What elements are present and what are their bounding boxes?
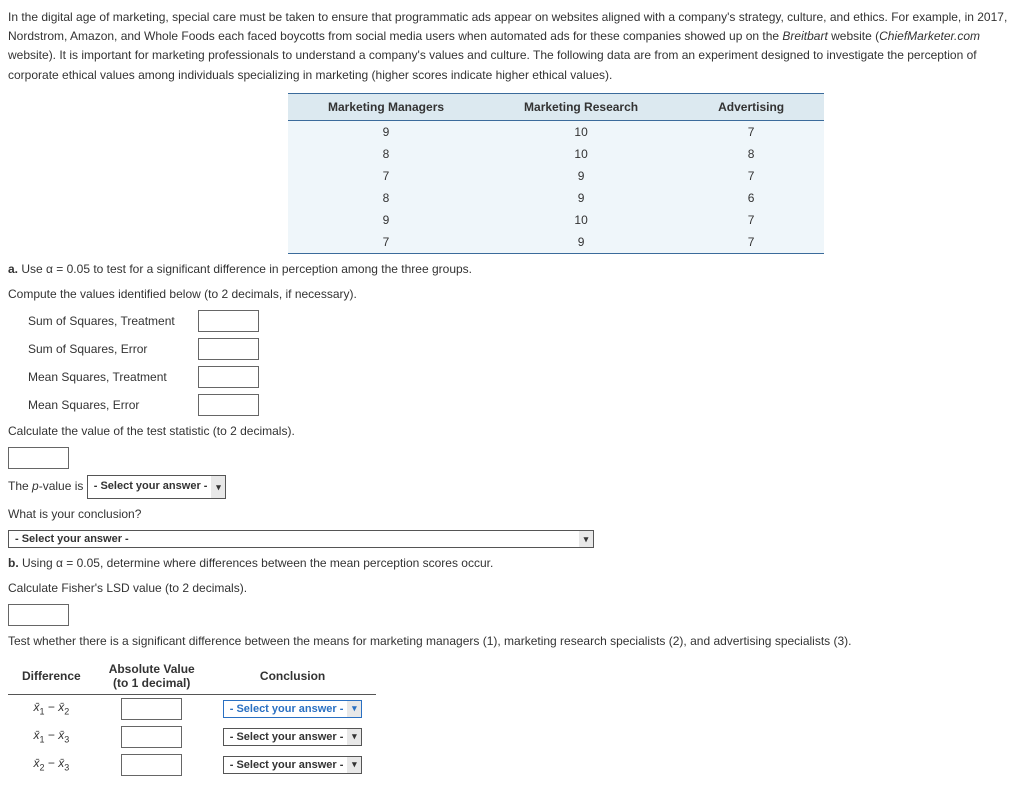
- concl-cell: - Select your answer -▾: [209, 723, 377, 751]
- table-row: 8108: [288, 143, 824, 165]
- col-header: Marketing Managers: [288, 93, 484, 120]
- chevron-down-icon: ▾: [211, 476, 225, 498]
- diff-label: x̄1 − x̄3: [8, 723, 95, 751]
- abs-header: Absolute Value(to 1 decimal): [95, 658, 209, 695]
- part-b-text: Using α = 0.05, determine where differen…: [22, 556, 493, 570]
- abs-cell: [95, 751, 209, 779]
- part-a-text: Use α = 0.05 to test for a significant d…: [21, 262, 472, 276]
- table-cell: 8: [288, 187, 484, 209]
- pvalue-select[interactable]: - Select your answer - ▾: [87, 475, 227, 499]
- col-header: Marketing Research: [484, 93, 678, 120]
- table-row: 9107: [288, 209, 824, 231]
- abs-cell: [95, 723, 209, 751]
- abs-input[interactable]: [121, 754, 182, 776]
- table-row: 797: [288, 165, 824, 187]
- table-cell: 9: [484, 165, 678, 187]
- diff-label: x̄1 − x̄2: [8, 694, 95, 723]
- table-row: 9107: [288, 120, 824, 143]
- pvalue-line: The p-value is - Select your answer - ▾: [8, 475, 1016, 499]
- pval-text: The: [8, 479, 32, 493]
- diff-conclusion-select[interactable]: - Select your answer -▾: [223, 700, 363, 718]
- lsd-input[interactable]: [8, 604, 69, 626]
- mse-input[interactable]: [198, 394, 259, 416]
- mst-input[interactable]: [198, 366, 259, 388]
- table-cell: 7: [678, 231, 824, 254]
- table-cell: 7: [288, 231, 484, 254]
- table-cell: 9: [484, 187, 678, 209]
- table-row: x̄2 − x̄3 - Select your answer -▾: [8, 751, 376, 779]
- table-cell: 10: [484, 120, 678, 143]
- diff-conclusion-select[interactable]: - Select your answer -▾: [223, 728, 363, 746]
- fisher-lsd-instruction: Calculate Fisher's LSD value (to 2 decim…: [8, 579, 1016, 598]
- chevron-down-icon: ▾: [347, 701, 361, 717]
- select-placeholder: - Select your answer -: [15, 533, 129, 545]
- concl-header: Conclusion: [209, 658, 377, 695]
- table-cell: 7: [678, 120, 824, 143]
- chevron-down-icon: ▾: [579, 531, 593, 547]
- table-cell: 6: [678, 187, 824, 209]
- mst-label: Mean Squares, Treatment: [28, 370, 198, 384]
- table-row: x̄1 − x̄3 - Select your answer -▾: [8, 723, 376, 751]
- table-cell: 8: [288, 143, 484, 165]
- chevron-down-icon: ▾: [347, 757, 361, 773]
- breitbart-italic: Breitbart: [782, 29, 827, 43]
- col-header: Advertising: [678, 93, 824, 120]
- abs-input[interactable]: [121, 698, 182, 720]
- compute-instruction: Compute the values identified below (to …: [8, 285, 1016, 304]
- concl-cell: - Select your answer -▾: [209, 694, 377, 723]
- mse-label: Mean Squares, Error: [28, 398, 198, 412]
- intro-text: website (: [828, 29, 879, 43]
- table-cell: 9: [288, 209, 484, 231]
- table-cell: 8: [678, 143, 824, 165]
- table-row: x̄1 − x̄2 - Select your answer -▾: [8, 694, 376, 723]
- conclusion-label: What is your conclusion?: [8, 505, 1016, 524]
- sse-label: Sum of Squares, Error: [28, 342, 198, 356]
- source-italic: ChiefMarketer.com: [879, 29, 980, 43]
- intro-paragraph: In the digital age of marketing, special…: [8, 8, 1016, 85]
- difference-table: Difference Absolute Value(to 1 decimal) …: [8, 658, 376, 779]
- chevron-down-icon: ▾: [347, 729, 361, 745]
- sst-label: Sum of Squares, Treatment: [28, 314, 198, 328]
- sse-input[interactable]: [198, 338, 259, 360]
- table-cell: 7: [678, 209, 824, 231]
- pval-text: -value is: [39, 479, 87, 493]
- select-placeholder: - Select your answer -: [230, 759, 344, 771]
- test-stat-input[interactable]: [8, 447, 69, 469]
- select-placeholder: - Select your answer -: [94, 480, 208, 492]
- table-cell: 7: [288, 165, 484, 187]
- calc-test-stat: Calculate the value of the test statisti…: [8, 422, 1016, 441]
- abs-input[interactable]: [121, 726, 182, 748]
- test-instruction: Test whether there is a significant diff…: [8, 632, 1016, 651]
- year: 2017: [977, 10, 1004, 24]
- p-letter: p: [32, 479, 39, 493]
- conclusion-select[interactable]: - Select your answer - ▾: [8, 530, 594, 548]
- table-cell: 9: [288, 120, 484, 143]
- table-cell: 7: [678, 165, 824, 187]
- question-a: a. Use α = 0.05 to test for a significan…: [8, 260, 1016, 279]
- table-row: 896: [288, 187, 824, 209]
- diff-header: Difference: [8, 658, 95, 695]
- table-cell: 10: [484, 143, 678, 165]
- intro-text: In the digital age of marketing, special…: [8, 10, 977, 24]
- part-a-label: a.: [8, 262, 21, 276]
- table-cell: 10: [484, 209, 678, 231]
- diff-conclusion-select[interactable]: - Select your answer -▾: [223, 756, 363, 774]
- table-row: 797: [288, 231, 824, 254]
- sst-input[interactable]: [198, 310, 259, 332]
- select-placeholder: - Select your answer -: [230, 731, 344, 743]
- select-placeholder: - Select your answer -: [230, 703, 344, 715]
- question-b: b. Using α = 0.05, determine where diffe…: [8, 554, 1016, 573]
- concl-cell: - Select your answer -▾: [209, 751, 377, 779]
- intro-text: website). It is important for marketing …: [8, 48, 977, 81]
- table-cell: 9: [484, 231, 678, 254]
- data-table: Marketing Managers Marketing Research Ad…: [288, 93, 824, 254]
- diff-label: x̄2 − x̄3: [8, 751, 95, 779]
- abs-cell: [95, 694, 209, 723]
